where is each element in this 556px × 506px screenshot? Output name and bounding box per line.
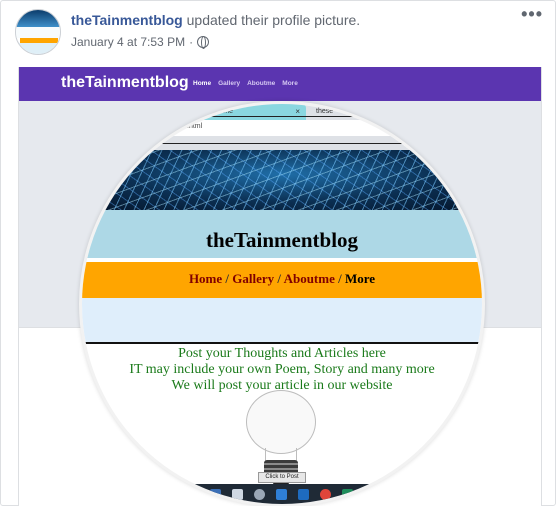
globe-icon[interactable] [197, 36, 210, 49]
network-banner-image [82, 150, 482, 210]
facebook-post: theTainmentblog updated their profile pi… [0, 0, 556, 506]
post-header: theTainmentblog updated their profile pi… [71, 12, 360, 28]
more-options-icon[interactable]: ••• [521, 5, 543, 23]
menu-separator: / [222, 271, 233, 286]
post-line-1: Post your Thoughts and Articles here [178, 346, 386, 361]
nav-link-gallery: Gallery [218, 80, 241, 87]
content-band [82, 298, 482, 342]
avatar-banner [16, 10, 60, 27]
post-meta: January 4 at 7:53 PM · [71, 35, 210, 49]
profile-photo[interactable]: theTainmentblog Home Gallery Aboutme Mor… [18, 67, 542, 506]
nav-link-more: More [282, 80, 298, 87]
event-box: Eve king [144, 116, 419, 144]
event-text-right: king [398, 120, 419, 132]
avatar-title-area [16, 27, 60, 38]
app-icon-2 [342, 489, 353, 500]
site-logo: theTainmentblog [61, 74, 189, 91]
site-menu: Home / Gallery / Aboutme / More [82, 262, 482, 298]
profile-avatar[interactable] [15, 9, 61, 55]
menu-home: Home [188, 271, 223, 286]
post-action-text: updated their profile picture. [182, 12, 361, 28]
menu-more: More [344, 271, 376, 286]
site-nav-links: Home Gallery Aboutme More [193, 80, 298, 87]
magnifier-circle: tainmentblog - Home × these ntblogmore.h… [79, 101, 485, 506]
close-icon: × [295, 107, 300, 116]
nav-link-aboutme: Aboutme [247, 80, 276, 87]
dropbox-icon [276, 489, 287, 500]
site-title: theTainmentblog [82, 210, 482, 258]
nav-link-home: Home [193, 80, 212, 87]
app-icon [254, 489, 265, 500]
windows-taskbar [82, 484, 482, 504]
click-to-post-button: Click to Post [258, 472, 306, 483]
menu-separator: / [274, 271, 284, 286]
menu-gallery: Gallery [232, 271, 275, 286]
browser-tab-title: tainmentblog - Home [168, 108, 233, 115]
post-invitation-text: Post your Thoughts and Articles here IT … [82, 346, 482, 394]
author-name-link[interactable]: theTainmentblog [71, 12, 183, 28]
menu-aboutme: Aboutme [283, 271, 335, 286]
bulb-glass [246, 390, 316, 454]
meta-separator: · [189, 35, 194, 49]
post-timestamp[interactable]: January 4 at 7:53 PM [71, 35, 185, 49]
avatar-body [16, 43, 60, 54]
cloud-icon [298, 489, 309, 500]
post-line-2: IT may include your own Poem, Story and … [129, 362, 435, 377]
content-rule [82, 342, 482, 344]
store-icon [210, 489, 221, 500]
chrome-icon [320, 489, 331, 500]
mail-icon [232, 489, 243, 500]
site-navbar: theTainmentblog Home Gallery Aboutme Mor… [19, 67, 541, 101]
event-text: Eve [151, 120, 170, 132]
menu-separator: / [334, 271, 345, 286]
